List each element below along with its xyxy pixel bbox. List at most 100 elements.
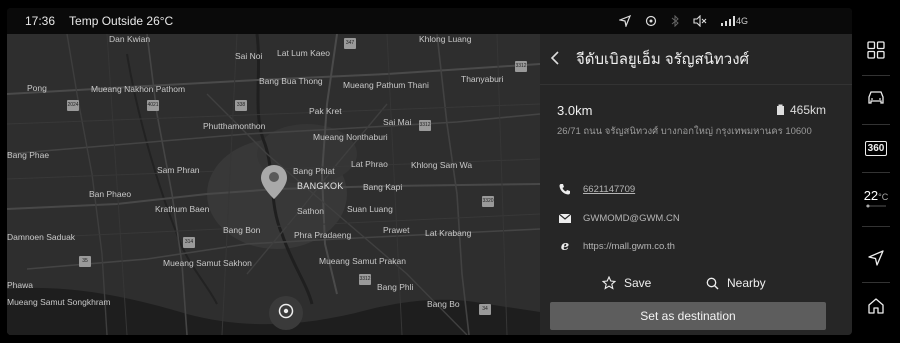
apps-button[interactable] bbox=[852, 36, 900, 64]
apps-grid-icon bbox=[867, 41, 885, 59]
car-icon bbox=[868, 91, 884, 104]
crosshair-icon bbox=[277, 302, 295, 325]
road-shield: 34 bbox=[479, 304, 491, 315]
infotainment-screen: 17:36 Temp Outside 26°C 4G Dan Kwian Sai… bbox=[7, 8, 852, 335]
dock-divider bbox=[862, 282, 890, 283]
fuel-icon bbox=[776, 104, 784, 115]
home-icon bbox=[868, 298, 884, 314]
nearby-label: Nearby bbox=[727, 276, 766, 290]
map-label: Sai Mai bbox=[383, 117, 412, 127]
map-label: Mueang Nakhon Pathom bbox=[91, 84, 186, 94]
dock-divider bbox=[862, 124, 890, 125]
phone-number[interactable]: 6621147709 bbox=[583, 184, 635, 195]
map-label: Ban Phaeo bbox=[89, 189, 132, 199]
bluetooth-icon bbox=[671, 15, 679, 27]
email-row[interactable]: GWMOMD@GWM.CN bbox=[557, 210, 680, 226]
distance-row: 3.0km 465km bbox=[540, 95, 852, 125]
poi-details-panel: จีดับเบิลยูเอ็ม จรัญสนิทวงศ์ 3.0km 465km… bbox=[540, 34, 852, 335]
dock-divider bbox=[862, 226, 890, 227]
temperature-unit: °C bbox=[878, 191, 889, 202]
website-row[interactable]: e https://mall.gwm.co.th bbox=[557, 238, 675, 254]
chevron-left-icon bbox=[550, 50, 559, 65]
road-shield: 314 bbox=[183, 237, 195, 248]
temperature-value: 22 bbox=[863, 187, 879, 203]
dock-divider bbox=[862, 172, 890, 173]
road-shield: 347 bbox=[344, 38, 356, 49]
map-label: Sathon bbox=[297, 206, 324, 216]
map-view[interactable]: Dan Kwian Sai Noi Lat Lum Kaeo Khlong Lu… bbox=[7, 34, 540, 335]
map-label: Lat Phrao bbox=[351, 159, 388, 169]
map-label: Phutthamonthon bbox=[203, 121, 266, 131]
map-label-city: BANGKOK bbox=[297, 181, 344, 191]
vehicle-button[interactable] bbox=[852, 84, 900, 112]
save-button[interactable]: Save bbox=[602, 276, 651, 290]
outside-temperature: Temp Outside 26°C bbox=[69, 14, 174, 28]
road-shield: 4021 bbox=[147, 100, 159, 111]
set-destination-button[interactable]: Set as destination bbox=[550, 302, 826, 330]
map-label: Prawet bbox=[383, 225, 410, 235]
map-label: Khlong Sam Wa bbox=[411, 160, 473, 170]
road-shield: 2024 bbox=[67, 100, 79, 111]
dock-divider bbox=[862, 75, 890, 76]
poi-actions: Save Nearby bbox=[540, 274, 852, 296]
climate-button[interactable]: 22°C bbox=[852, 180, 900, 216]
cellular-signal-icon: 4G bbox=[720, 16, 748, 26]
map-label: Khlong Luang bbox=[419, 34, 472, 44]
map-label: Phra Pradaeng bbox=[294, 230, 352, 240]
search-icon bbox=[706, 277, 719, 289]
map-label: Mueang Nonthaburi bbox=[313, 132, 388, 142]
road-shield: 338 bbox=[235, 100, 247, 111]
recenter-button[interactable] bbox=[269, 296, 303, 330]
map-label: Sam Phran bbox=[157, 165, 200, 175]
navigation-button[interactable] bbox=[852, 244, 900, 272]
map-label: Thanyaburi bbox=[461, 74, 504, 84]
map-label: Mueang Samut Songkhram bbox=[7, 297, 111, 307]
poi-address: 26/71 ถนน จรัญสนิทวงศ์ บางกอกใหญ่ กรุงเท… bbox=[557, 126, 812, 137]
website-url[interactable]: https://mall.gwm.co.th bbox=[583, 241, 675, 252]
poi-title: จีดับเบิลยูเอ็ม จรัญสนิทวงศ์ bbox=[576, 51, 750, 68]
road-shield: 3312 bbox=[359, 274, 371, 285]
map-label: Bang Bo bbox=[427, 299, 460, 309]
map-label: Dan Kwian bbox=[109, 34, 151, 44]
map-label: Pong bbox=[27, 83, 47, 93]
map-label: Krathum Baen bbox=[155, 204, 210, 214]
map-label: Suan Luang bbox=[347, 204, 393, 214]
map-label: Mueang Pathum Thani bbox=[343, 80, 429, 90]
road-shield: 3320 bbox=[482, 196, 494, 207]
email-address[interactable]: GWMOMD@GWM.CN bbox=[583, 213, 680, 224]
road-shield: 3312 bbox=[419, 120, 431, 131]
remaining-range: 465km bbox=[776, 103, 826, 117]
map-label: Mueang Samut Sakhon bbox=[163, 258, 252, 268]
range-value: 465km bbox=[789, 103, 826, 117]
map-label: Mueang Samut Prakan bbox=[319, 256, 406, 266]
browser-icon: e bbox=[560, 238, 570, 254]
map-label: Bang Phlat bbox=[293, 166, 335, 176]
road-shield: 3312 bbox=[515, 61, 527, 72]
clock: 17:36 bbox=[25, 14, 56, 28]
road-shield: 35 bbox=[79, 256, 91, 267]
nearby-button[interactable]: Nearby bbox=[706, 276, 766, 290]
poi-distance: 3.0km bbox=[557, 103, 593, 118]
map-label: Sai Noi bbox=[235, 51, 263, 61]
volume-icon bbox=[693, 15, 707, 27]
map-label: Lat Lum Kaeo bbox=[277, 48, 330, 58]
phone-row[interactable]: 6621147709 bbox=[557, 181, 635, 197]
star-icon bbox=[602, 276, 616, 290]
signal-source-icon bbox=[645, 15, 657, 27]
status-bar: 17:36 Temp Outside 26°C 4G bbox=[7, 8, 852, 34]
map-label: Phawa bbox=[7, 280, 33, 290]
home-button[interactable] bbox=[852, 292, 900, 320]
map-label: Bang Bon bbox=[223, 225, 261, 235]
save-label: Save bbox=[624, 276, 652, 290]
navigation-icon bbox=[868, 250, 884, 266]
panel-header: จีดับเบิลยูเอ็ม จรัญสนิทวงศ์ bbox=[540, 34, 852, 85]
map-label: Bang Bua Thong bbox=[259, 76, 323, 86]
navigation-status-icon bbox=[618, 15, 631, 27]
view-360-button[interactable]: 360 bbox=[852, 134, 900, 162]
location-pin-icon[interactable] bbox=[260, 164, 288, 205]
email-icon bbox=[557, 210, 573, 226]
back-button[interactable] bbox=[550, 49, 564, 70]
map-label: Bang Kapi bbox=[363, 182, 403, 192]
side-dock: 360 22°C bbox=[852, 0, 900, 343]
cabin-temperature: 22°C bbox=[864, 188, 889, 203]
